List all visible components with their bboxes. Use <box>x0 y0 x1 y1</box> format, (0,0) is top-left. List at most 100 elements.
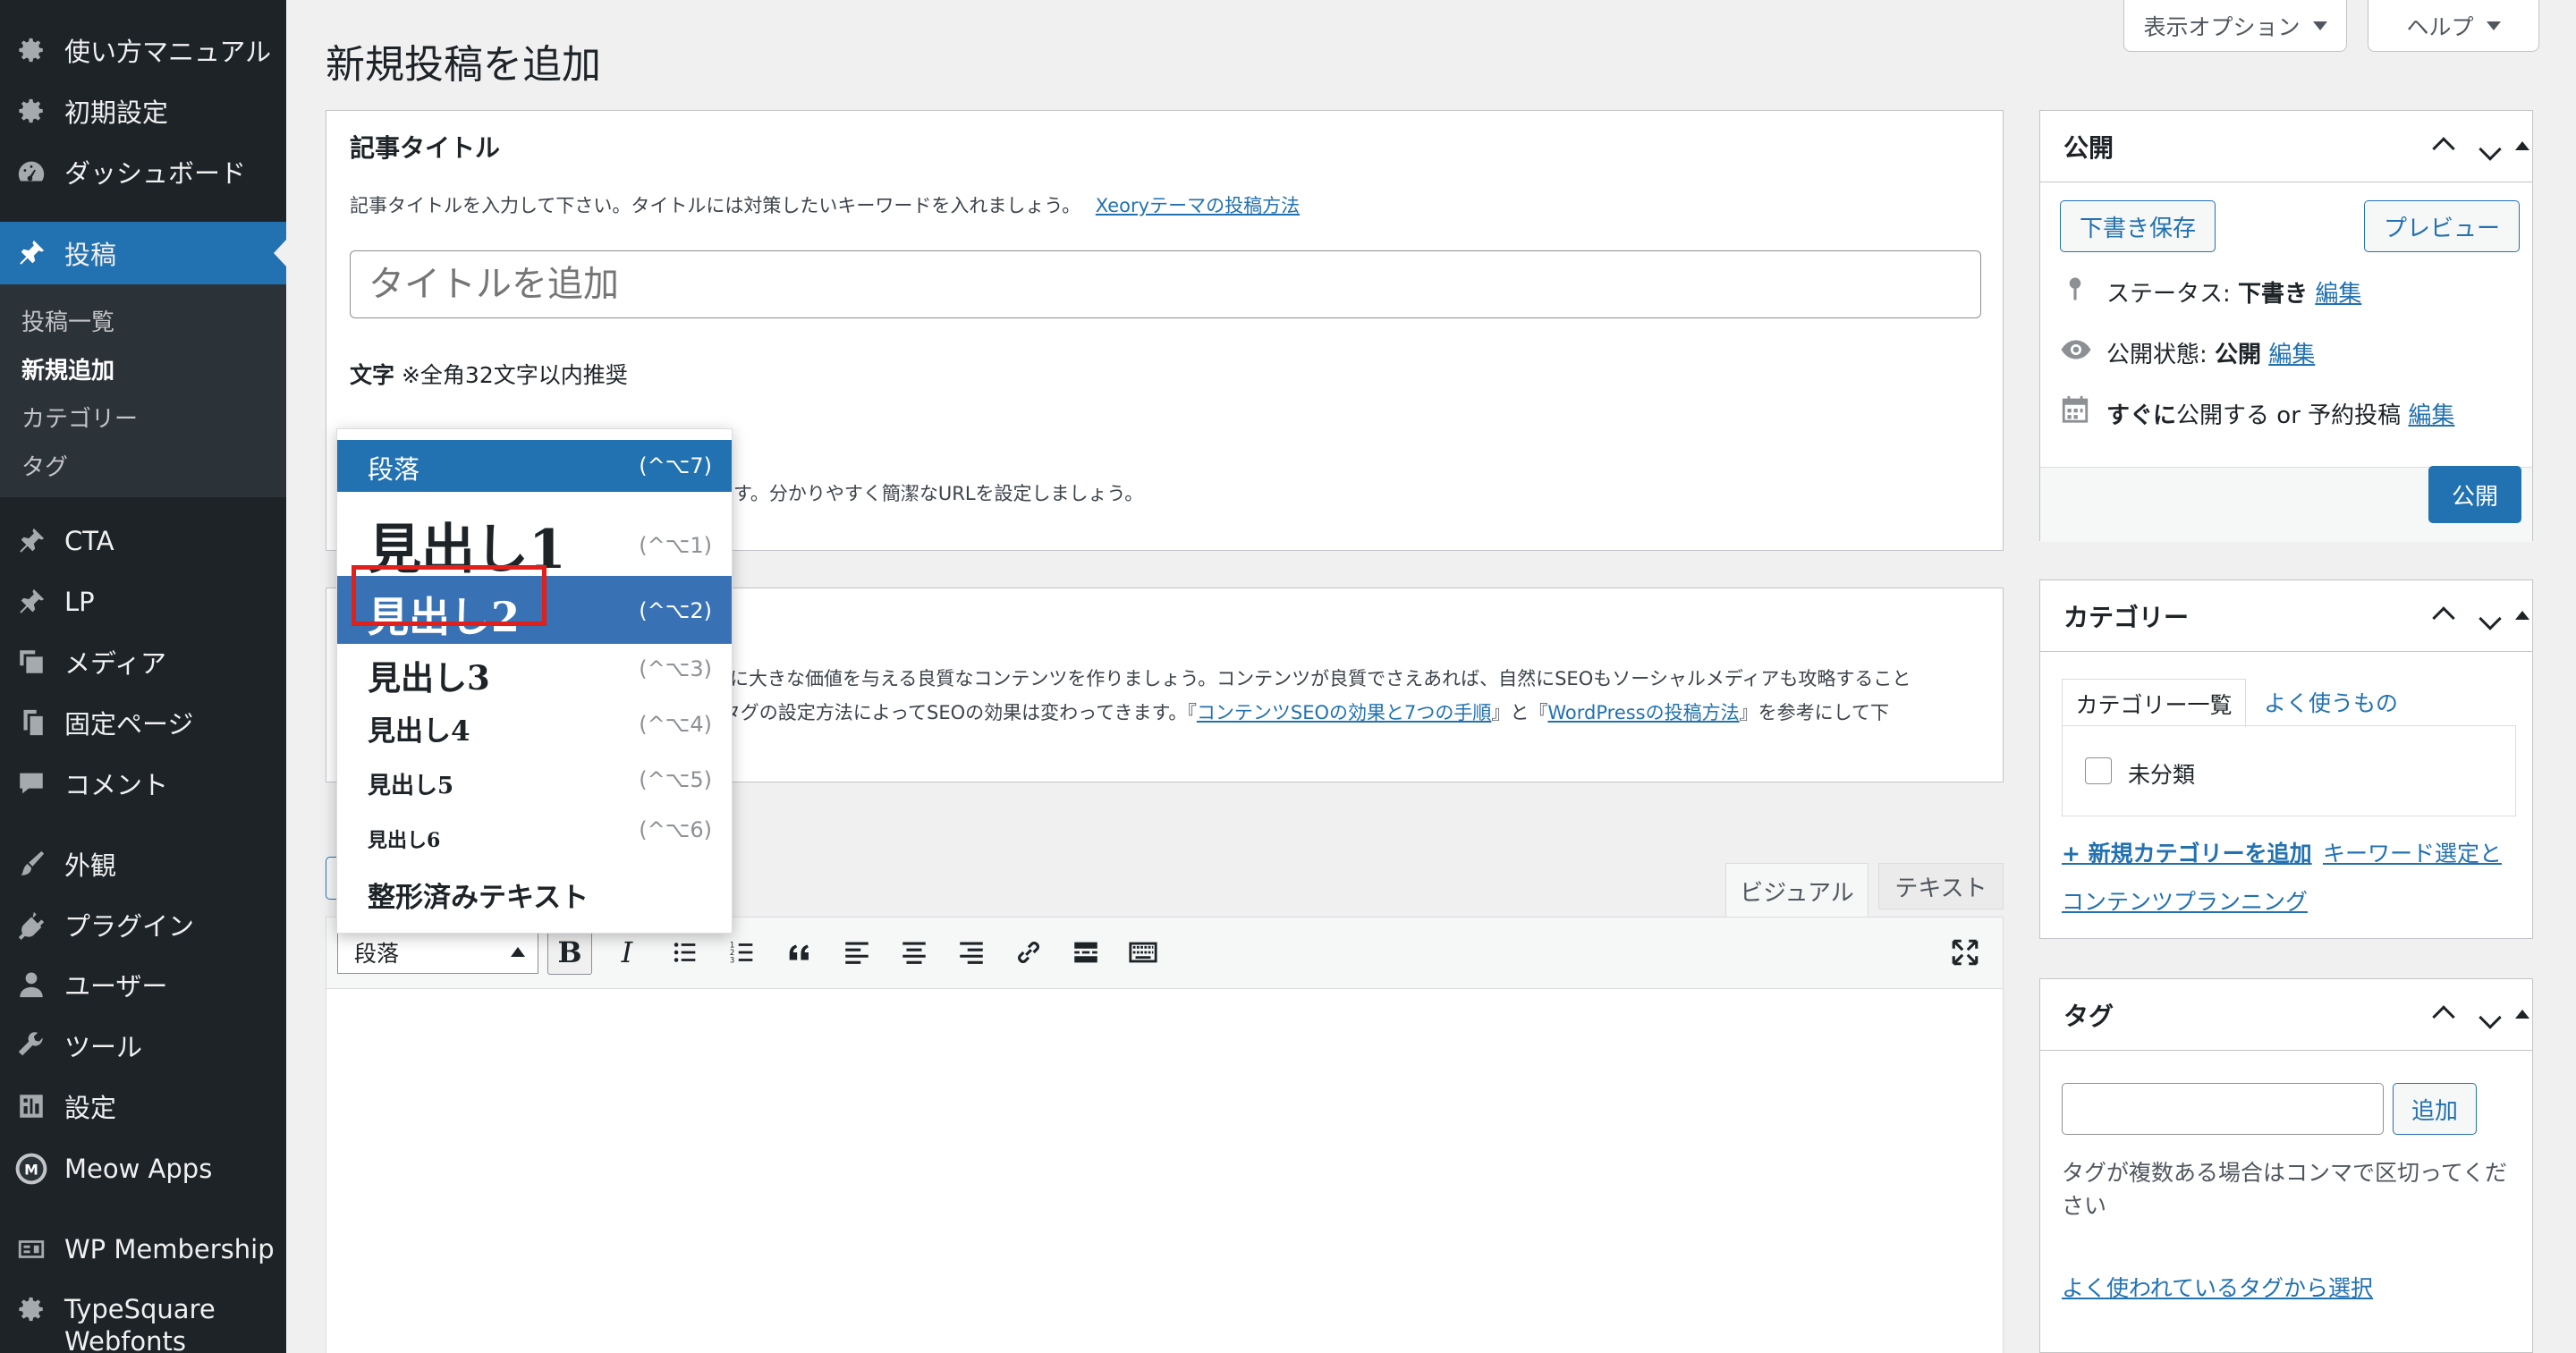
display-options-label: 表示オプション <box>2143 13 2301 40</box>
char-count-hint: 文字 ※全角32文字以内推奨 <box>350 358 628 390</box>
category-checkbox[interactable] <box>2085 757 2112 784</box>
format-select[interactable]: 段落 <box>337 930 538 974</box>
format-select-value: 段落 <box>354 940 400 967</box>
pin-icon <box>14 524 48 558</box>
format-option-shortcut: (^⌥5) <box>639 767 712 792</box>
guide-text: Lタグの設定方法によってSEOの効果は変わってきます。『 <box>711 702 1197 723</box>
tag-input[interactable] <box>2062 1083 2384 1135</box>
menu-item-posts[interactable]: 投稿 <box>0 222 286 284</box>
post-title-input[interactable] <box>350 250 1981 318</box>
edit-schedule-link[interactable]: 編集 <box>2408 402 2454 429</box>
menu-item-cta[interactable]: CTA <box>0 514 286 568</box>
gear-icon <box>14 1292 48 1326</box>
editor-content[interactable] <box>326 989 2003 1353</box>
format-option-heading3[interactable]: 見出し3 (^⌥3) <box>337 644 732 698</box>
category-metabox: カテゴリー カテゴリー一覧 よく使うもの 未分類 + 新規カテゴリーを追加 キー… <box>2039 579 2533 939</box>
wordpress-howto-link[interactable]: WordPressの投稿方法 <box>1547 702 1739 723</box>
align-right-icon[interactable] <box>949 930 994 975</box>
bold-icon[interactable]: B <box>547 930 592 975</box>
format-option-heading4[interactable]: 見出し4 (^⌥4) <box>337 698 732 753</box>
menu-item-comments[interactable]: コメント <box>0 757 286 810</box>
xeory-howto-link[interactable]: Xeoryテーマの投稿方法 <box>1096 195 1300 216</box>
title-description: 記事タイトルを入力して下さい。タイトルには対策したいキーワードを入れましょう。 … <box>350 191 1300 218</box>
read-more-icon[interactable] <box>1063 930 1108 975</box>
numbered-list-icon[interactable]: 123 <box>720 930 765 975</box>
edit-visibility-link[interactable]: 編集 <box>2268 342 2315 368</box>
eye-icon <box>2060 336 2091 363</box>
link-icon[interactable] <box>1006 930 1051 975</box>
comment-icon <box>14 766 48 800</box>
italic-icon[interactable]: I <box>605 930 649 975</box>
menu-item-media[interactable]: メディア <box>0 635 286 689</box>
menu-item-appearance[interactable]: 外観 <box>0 837 286 891</box>
pin-icon <box>14 236 48 270</box>
menu-item-lp[interactable]: LP <box>0 575 286 629</box>
move-up-icon[interactable] <box>2430 1001 2457 1028</box>
choose-tags-link[interactable]: よく使われているタグから選択 <box>2062 1271 2373 1303</box>
submenu-all-posts[interactable]: 投稿一覧 <box>21 304 114 337</box>
format-option-label: 段落 <box>368 454 420 485</box>
svg-text:3: 3 <box>730 956 734 965</box>
caret-down-icon <box>2486 21 2501 30</box>
fullscreen-icon[interactable] <box>1943 930 1987 975</box>
menu-item-tools[interactable]: ツール <box>0 1019 286 1072</box>
posts-submenu: 投稿一覧 新規追加 カテゴリー タグ <box>0 284 286 497</box>
add-tag-button[interactable]: 追加 <box>2393 1083 2477 1135</box>
menu-item-manual[interactable]: 使い方マニュアル <box>0 23 286 77</box>
save-draft-button[interactable]: 下書き保存 <box>2060 200 2216 252</box>
publish-button[interactable]: 公開 <box>2428 466 2521 523</box>
display-options-button[interactable]: 表示オプション <box>2123 0 2347 52</box>
format-option-heading5[interactable]: 見出し5 (^⌥5) <box>337 753 732 808</box>
bullet-list-icon[interactable] <box>663 930 708 975</box>
tab-text[interactable]: テキスト <box>1878 863 2004 909</box>
submenu-add-new[interactable]: 新規追加 <box>21 352 114 385</box>
format-option-heading1[interactable]: 見出し1 (^⌥1) <box>337 492 732 581</box>
menu-label: コメント <box>64 770 169 800</box>
submenu-tags[interactable]: タグ <box>21 449 68 482</box>
preview-button[interactable]: プレビュー <box>2364 200 2520 252</box>
menu-label: プラグイン <box>64 911 195 942</box>
tags-metabox: タグ 追加 タグが複数ある場合はコンマで区切ってください よく使われているタグか… <box>2039 978 2533 1353</box>
guide-text: 』を参考にして下 <box>1739 702 1889 723</box>
move-down-icon[interactable] <box>2477 138 2504 168</box>
toolbar-toggle-icon[interactable] <box>1121 930 1165 975</box>
menu-item-dashboard[interactable]: ダッシュボード <box>0 145 286 199</box>
align-center-icon[interactable] <box>892 930 936 975</box>
tags-hint: タグが複数ある場合はコンマで区切ってください <box>2062 1160 2508 1219</box>
submenu-categories[interactable]: カテゴリー <box>21 401 138 434</box>
align-left-icon[interactable] <box>835 930 879 975</box>
format-option-preformatted[interactable]: 整形済みテキスト <box>337 864 732 921</box>
blockquote-icon[interactable] <box>777 930 822 975</box>
menu-label: Meow Apps <box>64 1154 213 1184</box>
tags-title: タグ <box>2063 1001 2114 1031</box>
menu-label: 投稿 <box>64 240 117 270</box>
tab-popular-categories[interactable]: よく使うもの <box>2264 686 2398 718</box>
collapse-toggle-icon[interactable] <box>2509 1001 2536 1027</box>
move-down-icon[interactable] <box>2477 1006 2504 1036</box>
format-option-heading6[interactable]: 見出し6 (^⌥6) <box>337 808 732 864</box>
pin-icon <box>2062 274 2089 300</box>
content-planning-link[interactable]: コンテンツプランニング <box>2062 884 2308 917</box>
menu-item-meow-apps[interactable]: M Meow Apps <box>0 1142 286 1196</box>
menu-item-plugins[interactable]: プラグイン <box>0 898 286 951</box>
move-down-icon[interactable] <box>2477 607 2504 638</box>
menu-item-pages[interactable]: 固定ページ <box>0 696 286 749</box>
move-up-icon[interactable] <box>2430 132 2457 160</box>
format-option-shortcut: (^⌥2) <box>639 598 712 623</box>
edit-status-link[interactable]: 編集 <box>2315 281 2361 308</box>
format-option-label: 見出し3 <box>368 658 490 698</box>
help-button[interactable]: ヘルプ <box>2368 0 2539 52</box>
tab-visual[interactable]: ビジュアル <box>1725 863 1868 918</box>
collapse-toggle-icon[interactable] <box>2509 602 2536 629</box>
menu-item-settings[interactable]: 設定 <box>0 1079 286 1133</box>
menu-item-wp-membership[interactable]: WP Membership <box>0 1222 286 1276</box>
format-option-paragraph[interactable]: 段落 (^⌥7) <box>337 440 732 492</box>
keyword-selection-link[interactable]: キーワード選定と <box>2323 836 2502 868</box>
menu-item-initial-settings[interactable]: 初期設定 <box>0 84 286 138</box>
content-seo-link[interactable]: コンテンツSEOの効果と7つの手順 <box>1197 702 1492 723</box>
collapse-toggle-icon[interactable] <box>2509 132 2536 159</box>
add-category-link[interactable]: + 新規カテゴリーを追加 <box>2062 836 2312 868</box>
menu-item-users[interactable]: ユーザー <box>0 958 286 1011</box>
tab-all-categories[interactable]: カテゴリー一覧 <box>2062 679 2246 727</box>
move-up-icon[interactable] <box>2430 602 2457 630</box>
